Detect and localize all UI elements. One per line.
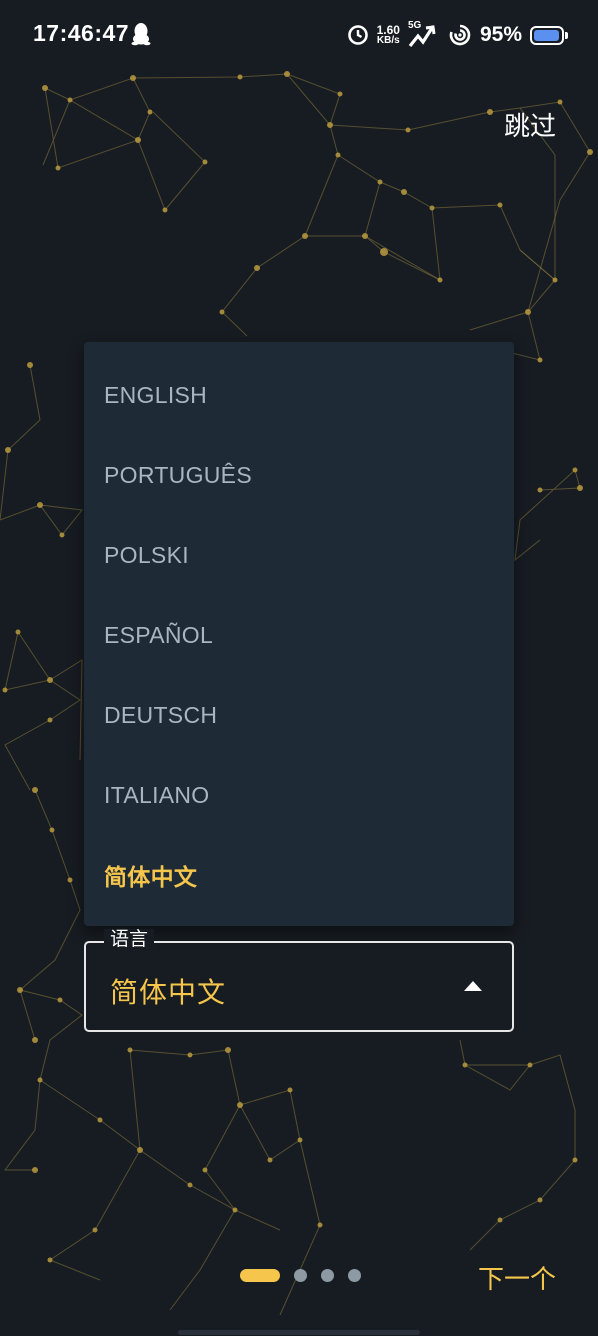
page-dot-1	[240, 1269, 280, 1282]
network-speed: 1.60 KB/s	[376, 23, 400, 46]
page-indicator	[240, 1269, 361, 1282]
language-option-portugues[interactable]: PORTUGUÊS	[84, 435, 514, 515]
language-option-italiano[interactable]: ITALIANO	[84, 755, 514, 835]
battery-icon	[530, 25, 568, 45]
status-time: 17:46:47	[33, 20, 130, 46]
home-indicator[interactable]	[178, 1330, 420, 1335]
language-field-label: 语言	[104, 929, 155, 951]
language-select-field[interactable]: 语言 简体中文	[84, 929, 514, 1032]
language-select-screen: 17:46:47 1.60 KB/s 5G 95% 跳过 ENGLISH POR…	[0, 0, 598, 1336]
page-dot-2	[294, 1269, 307, 1282]
language-field-value: 简体中文	[110, 977, 227, 1008]
battery-percent: 95%	[479, 23, 522, 46]
status-right-group: 1.60 KB/s 5G 95%	[347, 20, 568, 50]
qq-penguin-icon	[131, 23, 151, 46]
status-bar: 17:46:47 1.60 KB/s 5G 95%	[0, 0, 598, 70]
language-option-espanol[interactable]: ESPAÑOL	[84, 595, 514, 675]
page-dot-3	[321, 1269, 334, 1282]
language-option-polski[interactable]: POLSKI	[84, 515, 514, 595]
battery-fill	[534, 29, 559, 41]
language-dropdown-menu: ENGLISH PORTUGUÊS POLSKI ESPAÑOL DEUTSCH…	[84, 342, 514, 926]
alarm-icon	[347, 25, 368, 45]
page-dot-4	[348, 1269, 361, 1282]
next-button[interactable]: 下一个	[478, 1259, 556, 1296]
caret-up-icon	[464, 981, 482, 991]
hotspot-icon	[449, 24, 471, 46]
language-option-english[interactable]: ENGLISH	[84, 355, 514, 435]
signal-icon: 5G	[408, 20, 440, 48]
language-option-simplified-chinese[interactable]: 简体中文	[84, 835, 514, 915]
skip-button[interactable]: 跳过	[504, 106, 556, 143]
language-option-deutsch[interactable]: DEUTSCH	[84, 675, 514, 755]
